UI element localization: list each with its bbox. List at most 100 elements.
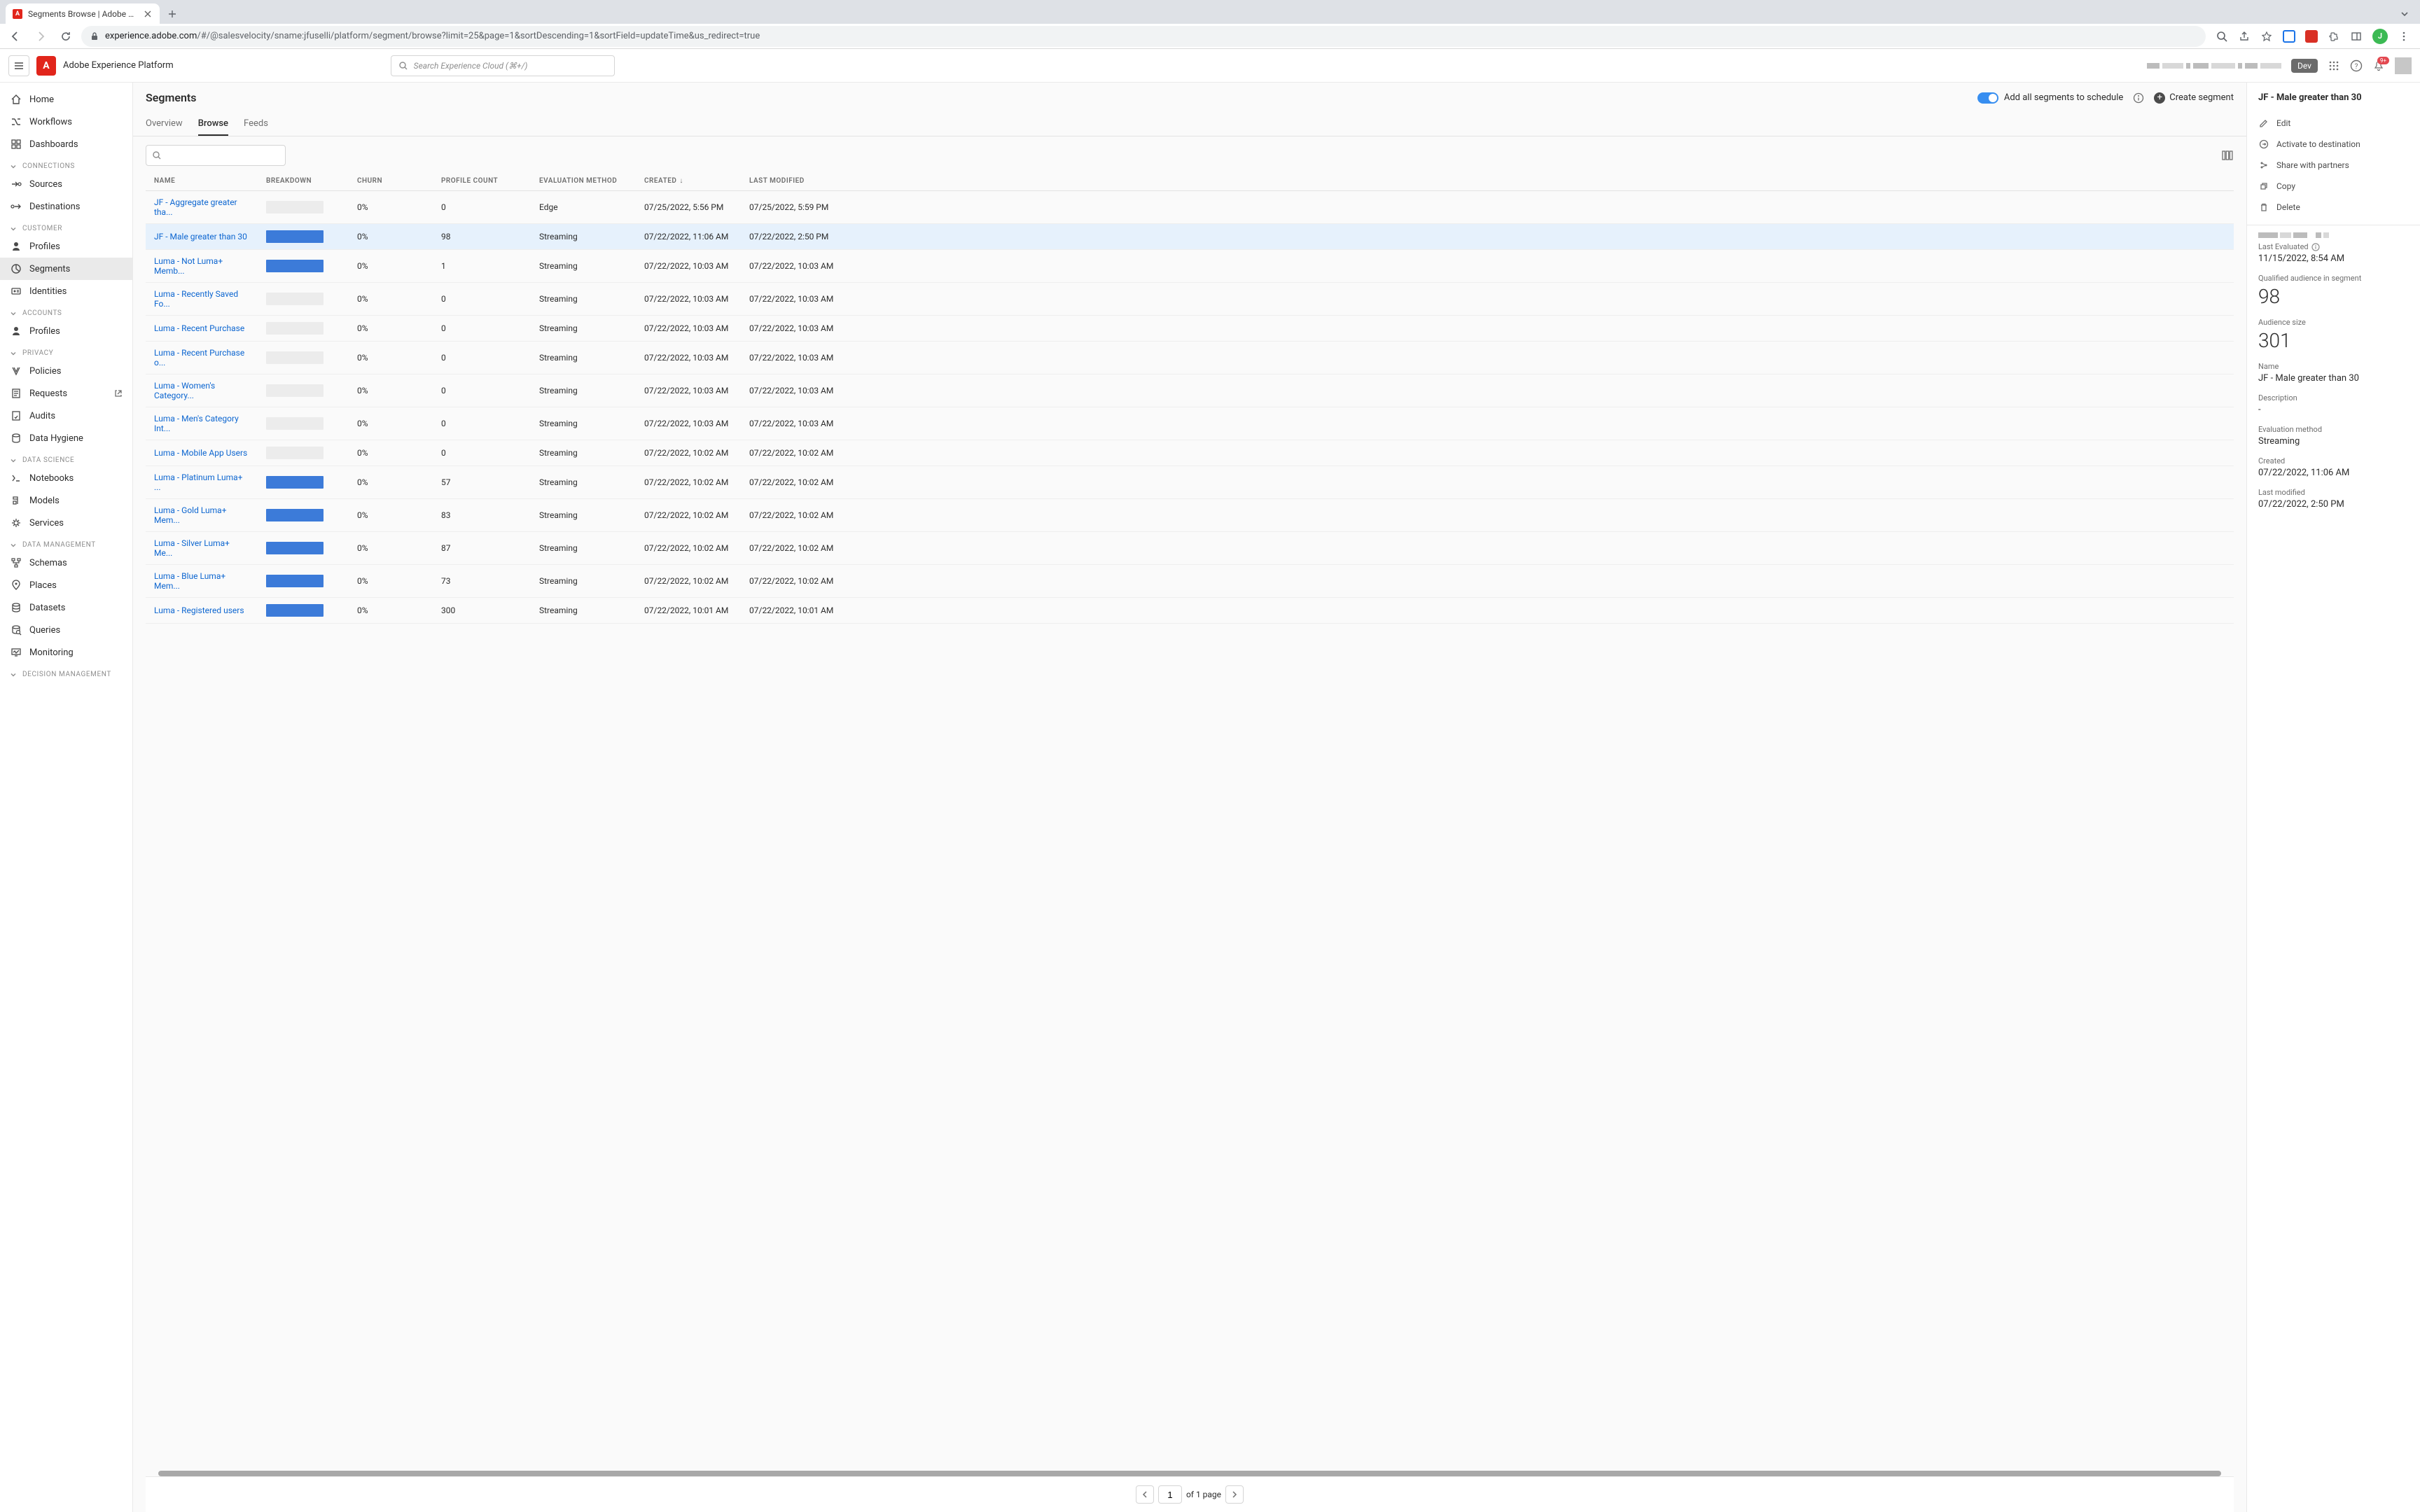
window-icon[interactable] — [2350, 30, 2363, 43]
table-row[interactable]: JF - Male greater than 30 0% 98 Streamin… — [146, 224, 2234, 250]
sidebar-item-requests[interactable]: Requests — [0, 382, 132, 405]
segment-name-link[interactable]: Luma - Recently Saved Fo... — [154, 289, 238, 309]
table-row[interactable]: Luma - Gold Luma+ Mem... 0% 83 Streaming… — [146, 499, 2234, 532]
sidebar-item-dashboards[interactable]: Dashboards — [0, 133, 132, 155]
table-row[interactable]: Luma - Men's Category Int... 0% 0 Stream… — [146, 407, 2234, 440]
tab-feeds[interactable]: Feeds — [244, 113, 268, 136]
back-button[interactable] — [6, 27, 25, 46]
col-profile-count[interactable]: PROFILE COUNT — [433, 172, 531, 191]
sidebar-item-notebooks[interactable]: Notebooks — [0, 467, 132, 489]
extensions-icon[interactable] — [2328, 30, 2340, 43]
segment-name-link[interactable]: Luma - Not Luma+ Memb... — [154, 256, 223, 276]
sidebar-item-monitoring[interactable]: Monitoring — [0, 641, 132, 664]
sidebar-item-places[interactable]: Places — [0, 574, 132, 596]
segment-name-link[interactable]: Luma - Recent Purchase — [154, 323, 244, 333]
sidebar-item-schemas[interactable]: Schemas — [0, 552, 132, 574]
share-icon[interactable] — [2238, 30, 2251, 43]
sidebar-item-sources[interactable]: Sources — [0, 173, 132, 195]
segment-name-link[interactable]: Luma - Gold Luma+ Mem... — [154, 505, 227, 525]
next-page-button[interactable] — [1225, 1485, 1244, 1504]
col-eval-method[interactable]: EVALUATION METHOD — [531, 172, 636, 191]
close-icon[interactable] — [143, 9, 153, 19]
sidebar-item-profiles[interactable]: Profiles — [0, 320, 132, 342]
detail-action-activate-to-destination[interactable]: Activate to destination — [2258, 134, 2409, 155]
prev-page-button[interactable] — [1136, 1485, 1154, 1504]
col-created[interactable]: CREATED↓ — [636, 172, 741, 191]
col-breakdown[interactable]: BREAKDOWN — [258, 172, 349, 191]
col-churn[interactable]: CHURN — [349, 172, 433, 191]
info-icon[interactable] — [2311, 243, 2320, 251]
segment-name-link[interactable]: JF - Aggregate greater tha... — [154, 197, 237, 217]
detail-action-copy[interactable]: Copy — [2258, 176, 2409, 197]
sidebar-group-decision-management[interactable]: DECISION MANAGEMENT — [0, 664, 132, 681]
detail-action-delete[interactable]: Delete — [2258, 197, 2409, 218]
segment-name-link[interactable]: Luma - Platinum Luma+ ... — [154, 472, 242, 492]
hamburger-button[interactable] — [8, 55, 29, 76]
col-name[interactable]: NAME — [146, 172, 258, 191]
segment-name-link[interactable]: Luma - Men's Category Int... — [154, 414, 239, 433]
tab-overview[interactable]: Overview — [146, 113, 183, 136]
segment-name-link[interactable]: Luma - Women's Category... — [154, 381, 215, 400]
sidebar-item-queries[interactable]: Queries — [0, 619, 132, 641]
segment-name-link[interactable]: Luma - Recent Purchase o... — [154, 348, 244, 368]
table-search-input[interactable] — [146, 145, 286, 166]
horizontal-scrollbar[interactable] — [158, 1471, 2221, 1476]
org-switcher-redacted[interactable] — [2147, 63, 2281, 69]
extension-icon-1[interactable] — [2283, 30, 2295, 43]
add-all-toggle[interactable] — [1977, 92, 1998, 104]
segment-name-link[interactable]: Luma - Registered users — [154, 606, 244, 615]
sidebar-group-connections[interactable]: CONNECTIONS — [0, 155, 132, 173]
sidebar-item-workflows[interactable]: Workflows — [0, 111, 132, 133]
detail-action-share-with-partners[interactable]: Share with partners — [2258, 155, 2409, 176]
sidebar-item-datasets[interactable]: Datasets — [0, 596, 132, 619]
sidebar-item-policies[interactable]: Policies — [0, 360, 132, 382]
table-row[interactable]: JF - Aggregate greater tha... 0% 0 Edge … — [146, 191, 2234, 224]
create-segment-button[interactable]: + Create segment — [2154, 92, 2234, 104]
table-row[interactable]: Luma - Registered users 0% 300 Streaming… — [146, 598, 2234, 624]
col-modified[interactable]: LAST MODIFIED — [741, 172, 2234, 191]
detail-action-edit[interactable]: Edit — [2258, 113, 2409, 134]
table-row[interactable]: Luma - Recent Purchase 0% 0 Streaming 07… — [146, 316, 2234, 342]
zoom-icon[interactable] — [2216, 30, 2228, 43]
menu-icon[interactable] — [2398, 30, 2410, 43]
sidebar-item-destinations[interactable]: Destinations — [0, 195, 132, 218]
sidebar-group-data-management[interactable]: DATA MANAGEMENT — [0, 534, 132, 552]
sidebar-item-home[interactable]: Home — [0, 88, 132, 111]
sidebar-group-data-science[interactable]: DATA SCIENCE — [0, 449, 132, 467]
sidebar-item-profiles[interactable]: Profiles — [0, 235, 132, 258]
apps-icon[interactable] — [2328, 59, 2340, 72]
bell-icon[interactable]: 9+ — [2372, 59, 2385, 72]
sidebar-item-identities[interactable]: Identities — [0, 280, 132, 302]
tab-browse[interactable]: Browse — [198, 113, 228, 136]
extension-icon-2[interactable] — [2305, 30, 2318, 43]
tabs-overflow-button[interactable] — [2395, 4, 2414, 24]
sidebar-group-customer[interactable]: CUSTOMER — [0, 218, 132, 235]
info-icon[interactable] — [2133, 92, 2144, 104]
table-row[interactable]: Luma - Women's Category... 0% 0 Streamin… — [146, 374, 2234, 407]
segment-name-link[interactable]: JF - Male greater than 30 — [154, 232, 247, 241]
profile-avatar[interactable]: J — [2372, 29, 2388, 44]
segment-name-link[interactable]: Luma - Blue Luma+ Mem... — [154, 571, 225, 591]
sidebar-group-accounts[interactable]: ACCOUNTS — [0, 302, 132, 320]
url-input[interactable]: experience.adobe.com/#/@salesvelocity/sn… — [81, 26, 2206, 47]
table-row[interactable]: Luma - Blue Luma+ Mem... 0% 73 Streaming… — [146, 565, 2234, 598]
help-icon[interactable]: ? — [2350, 59, 2363, 72]
sidebar-item-audits[interactable]: Audits — [0, 405, 132, 427]
sidebar-group-privacy[interactable]: PRIVACY — [0, 342, 132, 360]
table-row[interactable]: Luma - Silver Luma+ Me... 0% 87 Streamin… — [146, 532, 2234, 565]
user-avatar[interactable] — [2395, 57, 2412, 74]
table-row[interactable]: Luma - Recently Saved Fo... 0% 0 Streami… — [146, 283, 2234, 316]
forward-button[interactable] — [31, 27, 50, 46]
new-tab-button[interactable] — [162, 4, 182, 24]
browser-tab[interactable]: A Segments Browse | Adobe Exp — [6, 4, 160, 24]
global-search[interactable]: Search Experience Cloud (⌘+/) — [391, 55, 615, 76]
table-row[interactable]: Luma - Not Luma+ Memb... 0% 1 Streaming … — [146, 250, 2234, 283]
table-row[interactable]: Luma - Recent Purchase o... 0% 0 Streami… — [146, 342, 2234, 374]
sidebar-item-data-hygiene[interactable]: Data Hygiene — [0, 427, 132, 449]
sidebar-item-segments[interactable]: Segments — [0, 258, 132, 280]
table-row[interactable]: Luma - Platinum Luma+ ... 0% 57 Streamin… — [146, 466, 2234, 499]
reload-button[interactable] — [56, 27, 76, 46]
star-icon[interactable] — [2260, 30, 2273, 43]
segment-name-link[interactable]: Luma - Mobile App Users — [154, 448, 247, 458]
segment-name-link[interactable]: Luma - Silver Luma+ Me... — [154, 538, 230, 558]
